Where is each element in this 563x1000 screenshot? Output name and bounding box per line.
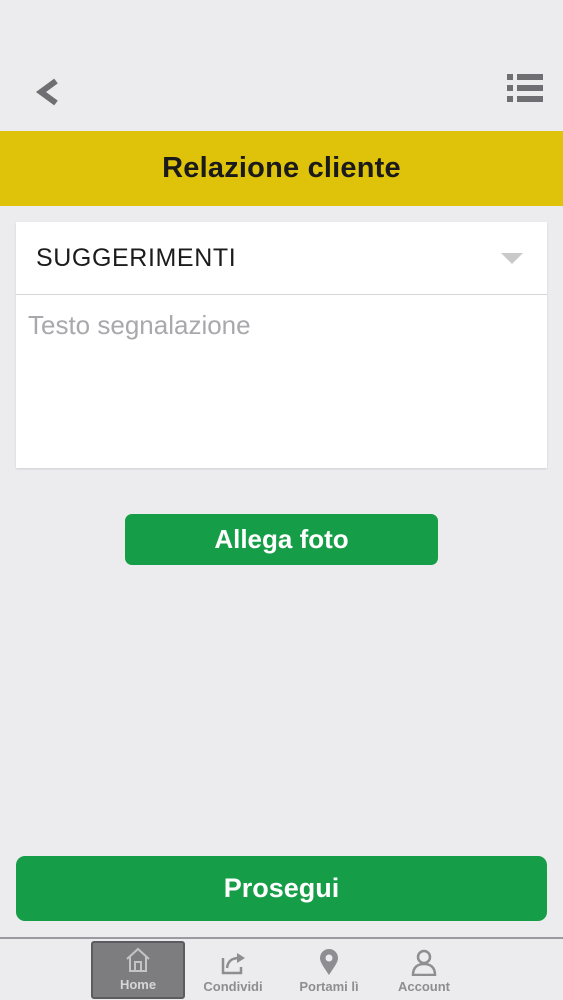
map-pin-icon	[314, 947, 344, 977]
attach-photo-button[interactable]: Allega foto	[125, 514, 438, 565]
category-select[interactable]: SUGGERIMENTI	[16, 222, 547, 295]
dropdown-triangle-icon	[501, 253, 523, 264]
tab-home-label: Home	[119, 977, 157, 992]
report-text-field[interactable]	[16, 296, 547, 468]
top-bar	[0, 0, 563, 131]
menu-button[interactable]	[500, 68, 550, 112]
continue-button[interactable]: Prosegui	[16, 856, 547, 921]
report-form-card: SUGGERIMENTI	[16, 222, 547, 468]
bottom-tab-bar: Home Condividi Portami lì Account	[0, 937, 563, 1000]
category-select-value: SUGGERIMENTI	[36, 243, 237, 272]
tab-account[interactable]: Account	[377, 941, 471, 999]
page-title: Relazione cliente	[162, 152, 401, 184]
tab-take-me-there[interactable]: Portami lì	[282, 941, 376, 999]
tab-take-me-there-label: Portami lì	[299, 979, 359, 994]
user-icon	[409, 947, 439, 977]
chevron-left-icon	[35, 78, 61, 111]
title-band: Relazione cliente	[0, 131, 563, 206]
tab-share-label: Condividi	[203, 979, 263, 994]
tab-share[interactable]: Condividi	[186, 941, 280, 999]
tab-home[interactable]: Home	[91, 941, 185, 999]
back-button[interactable]	[28, 74, 68, 114]
list-icon	[507, 73, 543, 108]
home-icon	[123, 945, 153, 975]
tab-account-label: Account	[398, 979, 450, 994]
share-icon	[218, 947, 248, 977]
